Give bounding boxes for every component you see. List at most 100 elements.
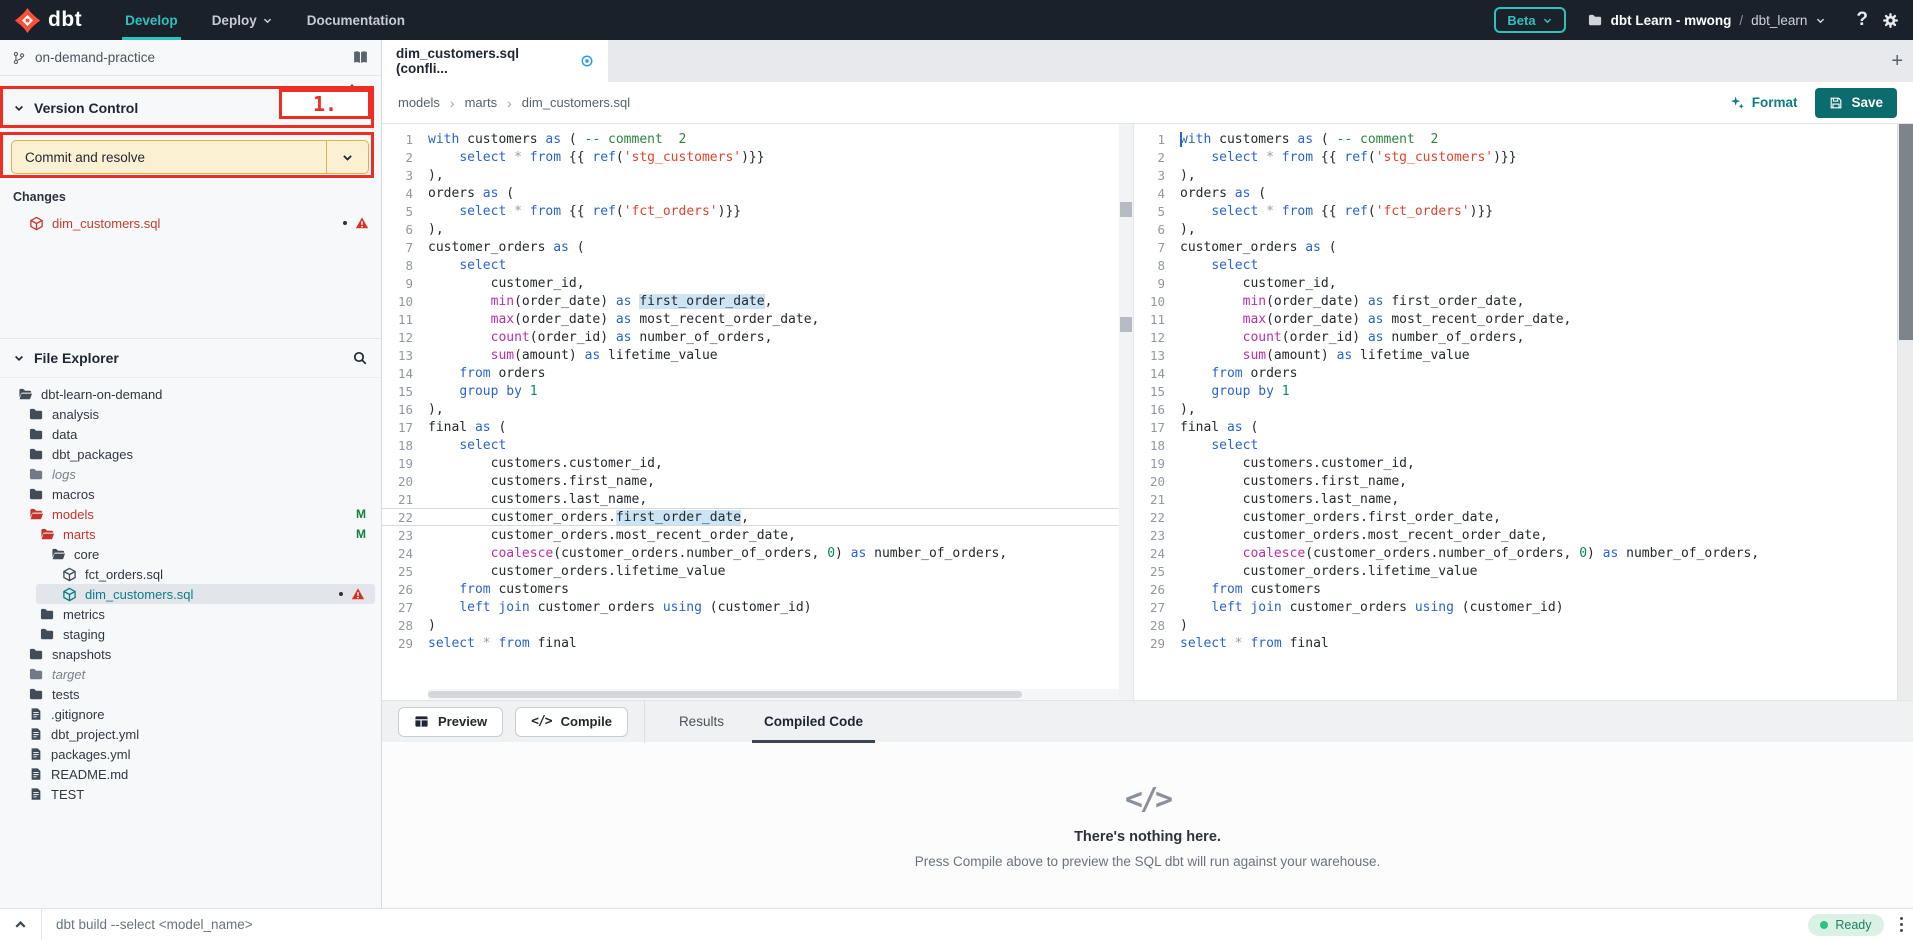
tree-item-fct-orders-sql[interactable]: fct_orders.sql xyxy=(0,564,381,584)
file-explorer-header[interactable]: File Explorer xyxy=(0,338,381,378)
code-line-15[interactable]: 15 group by 1 xyxy=(1134,382,1897,400)
tree-item-macros[interactable]: macros xyxy=(0,484,381,504)
code-line-3[interactable]: 3), xyxy=(1134,166,1897,184)
command-input[interactable]: dbt build --select <model_name> xyxy=(42,917,1808,932)
dbt-logo[interactable]: dbt xyxy=(0,7,108,34)
code-line-23[interactable]: 23 customer_orders.most_recent_order_dat… xyxy=(1134,526,1897,544)
code-line-12[interactable]: 12 count(order_id) as number_of_orders, xyxy=(382,328,1133,346)
code-line-8[interactable]: 8 select xyxy=(382,256,1133,274)
save-button[interactable]: Save xyxy=(1815,88,1897,118)
breadcrumb-marts[interactable]: marts xyxy=(465,95,498,110)
tree-item--gitignore[interactable]: .gitignore xyxy=(0,704,381,724)
code-line-25[interactable]: 25 customer_orders.lifetime_value xyxy=(382,562,1133,580)
code-line-12[interactable]: 12 count(order_id) as number_of_orders, xyxy=(1134,328,1897,346)
code-line-8[interactable]: 8 select xyxy=(1134,256,1897,274)
code-line-20[interactable]: 20 customers.first_name, xyxy=(382,472,1133,490)
left-pane-scrollbar[interactable] xyxy=(1119,124,1133,700)
code-line-26[interactable]: 26 from customers xyxy=(382,580,1133,598)
tree-item-metrics[interactable]: metrics xyxy=(0,604,381,624)
code-line-23[interactable]: 23 customer_orders.most_recent_order_dat… xyxy=(382,526,1133,544)
commit-and-resolve-split-button[interactable]: Commit and resolve xyxy=(11,140,369,174)
code-line-7[interactable]: 7customer_orders as ( xyxy=(1134,238,1897,256)
code-line-1[interactable]: 1with customers as ( -- comment 2 xyxy=(382,130,1133,148)
code-line-18[interactable]: 18 select xyxy=(1134,436,1897,454)
tree-item-packages-yml[interactable]: packages.yml xyxy=(0,744,381,764)
commit-and-resolve-button[interactable]: Commit and resolve xyxy=(12,141,326,173)
code-line-21[interactable]: 21 customers.last_name, xyxy=(382,490,1133,508)
tree-item-dbt-packages[interactable]: dbt_packages xyxy=(0,444,381,464)
tree-item-marts[interactable]: martsM xyxy=(0,524,381,544)
code-line-2[interactable]: 2 select * from {{ ref('stg_customers')}… xyxy=(1134,148,1897,166)
code-line-10[interactable]: 10 min(order_date) as first_order_date, xyxy=(382,292,1133,310)
settings-gear-button[interactable] xyxy=(1878,12,1913,29)
code-line-22[interactable]: 22 customer_orders.first_order_date, xyxy=(382,508,1133,526)
commit-options-dropdown[interactable] xyxy=(326,141,368,173)
breadcrumb-models[interactable]: models xyxy=(398,95,440,110)
code-line-25[interactable]: 25 customer_orders.lifetime_value xyxy=(1134,562,1897,580)
code-line-20[interactable]: 20 customers.first_name, xyxy=(1134,472,1897,490)
code-line-6[interactable]: 6), xyxy=(382,220,1133,238)
scrollbar-thumb[interactable] xyxy=(1120,317,1132,332)
code-line-27[interactable]: 27 left join customer_orders using (cust… xyxy=(1134,598,1897,616)
scrollbar-thumb[interactable] xyxy=(1120,202,1132,217)
code-line-17[interactable]: 17final as ( xyxy=(1134,418,1897,436)
preview-button[interactable]: Preview xyxy=(398,707,503,737)
code-line-5[interactable]: 5 select * from {{ ref('fct_orders')}} xyxy=(382,202,1133,220)
code-line-9[interactable]: 9 customer_id, xyxy=(1134,274,1897,292)
tree-item-dbt-project-yml[interactable]: dbt_project.yml xyxy=(0,724,381,744)
editor-pane-left[interactable]: 1with customers as ( -- comment 22 selec… xyxy=(382,124,1133,700)
tree-item-snapshots[interactable]: snapshots xyxy=(0,644,381,664)
version-control-header[interactable]: Version Control xyxy=(0,88,381,128)
tree-item-target[interactable]: target xyxy=(0,664,381,684)
tree-item-dbt-learn-on-demand[interactable]: dbt-learn-on-demand xyxy=(0,384,381,404)
code-line-21[interactable]: 21 customers.last_name, xyxy=(1134,490,1897,508)
code-line-29[interactable]: 29select * from final xyxy=(382,634,1133,652)
tab-results[interactable]: Results xyxy=(659,701,744,743)
code-line-13[interactable]: 13 sum(amount) as lifetime_value xyxy=(1134,346,1897,364)
code-line-22[interactable]: 22 customer_orders.first_order_date, xyxy=(1134,508,1897,526)
editor-pane-right[interactable]: 1with customers as ( -- comment 22 selec… xyxy=(1134,124,1897,700)
code-line-6[interactable]: 6), xyxy=(1134,220,1897,238)
new-tab-button[interactable]: + xyxy=(1891,40,1903,82)
beta-toggle[interactable]: Beta xyxy=(1494,7,1565,33)
tree-item-test[interactable]: TEST xyxy=(0,784,381,804)
code-line-4[interactable]: 4orders as ( xyxy=(1134,184,1897,202)
help-button[interactable]: ? xyxy=(1846,9,1878,31)
code-line-11[interactable]: 11 max(order_date) as most_recent_order_… xyxy=(1134,310,1897,328)
account-project-switcher[interactable]: dbt Learn - mwong / dbt_learn xyxy=(1588,13,1827,28)
code-line-16[interactable]: 16), xyxy=(382,400,1133,418)
code-line-17[interactable]: 17final as ( xyxy=(382,418,1133,436)
code-line-5[interactable]: 5 select * from {{ ref('fct_orders')}} xyxy=(1134,202,1897,220)
tree-item-tests[interactable]: tests xyxy=(0,684,381,704)
tree-item-models[interactable]: modelsM xyxy=(0,504,381,524)
breadcrumb-file[interactable]: dim_customers.sql xyxy=(522,95,630,110)
nav-deploy[interactable]: Deploy xyxy=(195,0,290,40)
format-button[interactable]: Format xyxy=(1730,95,1798,110)
code-line-28[interactable]: 28) xyxy=(382,616,1133,634)
chevron-up-icon[interactable] xyxy=(0,917,41,932)
code-line-14[interactable]: 14 from orders xyxy=(1134,364,1897,382)
code-line-19[interactable]: 19 customers.customer_id, xyxy=(382,454,1133,472)
code-line-24[interactable]: 24 coalesce(customer_orders.number_of_or… xyxy=(382,544,1133,562)
code-line-26[interactable]: 26 from customers xyxy=(1134,580,1897,598)
tree-item-readme-md[interactable]: README.md xyxy=(0,764,381,784)
code-line-15[interactable]: 15 group by 1 xyxy=(382,382,1133,400)
code-line-24[interactable]: 24 coalesce(customer_orders.number_of_or… xyxy=(1134,544,1897,562)
code-line-16[interactable]: 16), xyxy=(1134,400,1897,418)
scrollbar-thumb[interactable] xyxy=(1899,124,1913,340)
code-line-27[interactable]: 27 left join customer_orders using (cust… xyxy=(382,598,1133,616)
tree-item-analysis[interactable]: analysis xyxy=(0,404,381,424)
right-pane-scrollbar[interactable] xyxy=(1897,124,1913,700)
code-line-9[interactable]: 9 customer_id, xyxy=(382,274,1133,292)
code-line-1[interactable]: 1with customers as ( -- comment 2 xyxy=(1134,130,1897,148)
code-line-28[interactable]: 28) xyxy=(1134,616,1897,634)
code-line-29[interactable]: 29select * from final xyxy=(1134,634,1897,652)
code-line-18[interactable]: 18 select xyxy=(382,436,1133,454)
compile-button[interactable]: </> Compile xyxy=(515,707,628,737)
kebab-menu-icon[interactable] xyxy=(1900,917,1904,933)
tree-item-core[interactable]: core xyxy=(0,544,381,564)
tree-item-staging[interactable]: staging xyxy=(0,624,381,644)
tab-dim-customers[interactable]: dim_customers.sql (confli... xyxy=(382,40,608,82)
tree-item-logs[interactable]: logs xyxy=(0,464,381,484)
nav-documentation[interactable]: Documentation xyxy=(290,0,422,40)
